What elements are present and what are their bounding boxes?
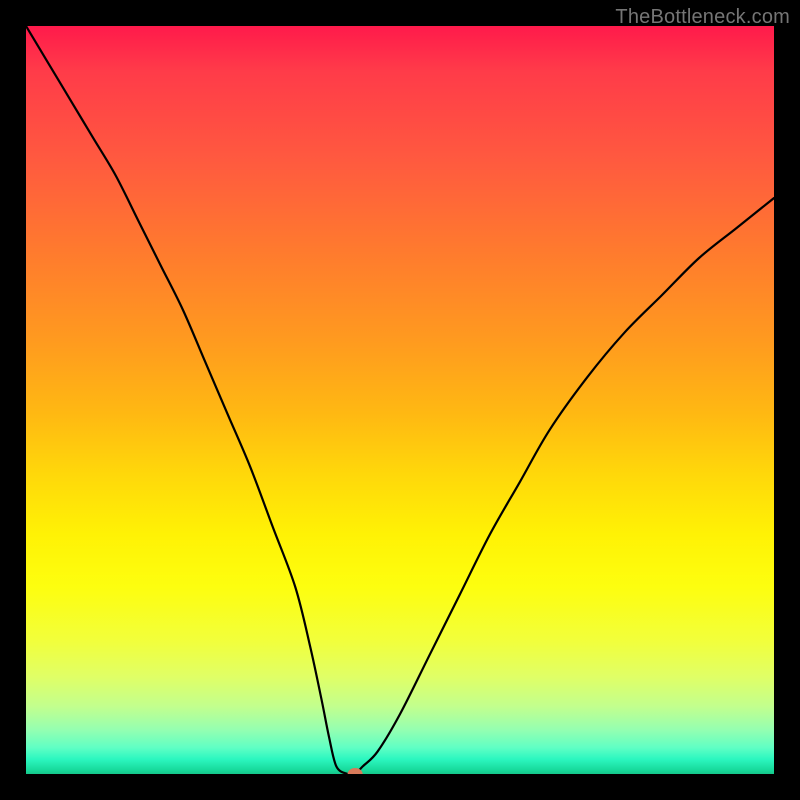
plot-area xyxy=(26,26,774,774)
watermark-text: TheBottleneck.com xyxy=(615,6,790,29)
chart-svg xyxy=(26,26,774,774)
chart-frame: TheBottleneck.com xyxy=(0,0,800,800)
bottleneck-curve xyxy=(26,26,774,774)
